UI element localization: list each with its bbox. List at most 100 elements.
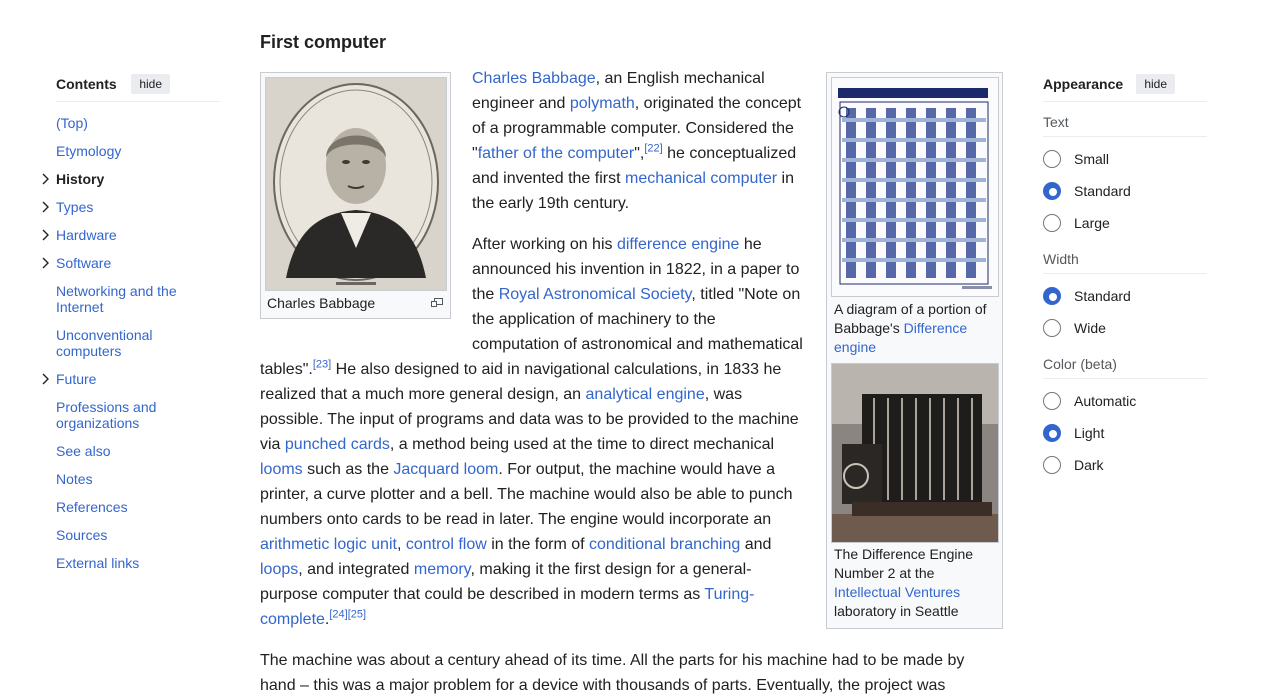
chevron-right-icon[interactable] <box>40 255 52 271</box>
text: and <box>740 536 772 553</box>
text: announced his invention in 1822, in a pa… <box>472 261 800 278</box>
color-automatic-option[interactable]: Automatic <box>1043 392 1136 410</box>
text: After working on his <box>472 236 617 253</box>
citation-22[interactable]: [22] <box>644 143 662 155</box>
toc-item-unconventional[interactable]: Unconventional computers <box>56 327 206 359</box>
text: The machine was about a century ahead of… <box>260 652 965 669</box>
toc-item-hardware[interactable]: Hardware <box>56 227 206 243</box>
link-mechanical-computer[interactable]: mechanical computer <box>625 170 777 187</box>
text: via <box>260 436 285 453</box>
link-loops[interactable]: loops <box>260 561 298 578</box>
babbage-portrait-image[interactable] <box>265 77 447 291</box>
text-size-large-option[interactable]: Large <box>1043 214 1110 232</box>
text: . For output, the machine would have a <box>498 461 775 478</box>
chevron-right-icon[interactable] <box>40 227 52 243</box>
link-arithmetic-logic-unit[interactable]: arithmetic logic unit <box>260 536 397 553</box>
toc-item-professions[interactable]: Professions and organizations <box>56 399 206 431</box>
text: he <box>739 236 762 253</box>
radio-unchecked[interactable] <box>1043 456 1061 474</box>
radio-unchecked[interactable] <box>1043 214 1061 232</box>
link-difference-engine-caption[interactable]: engine <box>834 339 876 355</box>
link-control-flow[interactable]: control flow <box>406 536 487 553</box>
text-size-small-option[interactable]: Small <box>1043 150 1109 168</box>
toc-item-networking[interactable]: Networking and the Internet <box>56 283 206 315</box>
text: purpose computer that could be described… <box>260 586 705 603</box>
link-analytical-engine[interactable]: analytical engine <box>586 386 705 403</box>
option-label: Standard <box>1074 288 1131 304</box>
width-wide-option[interactable]: Wide <box>1043 319 1106 337</box>
option-label: Standard <box>1074 183 1131 199</box>
difference-engine-diagram-image[interactable] <box>831 77 999 297</box>
text: Number 2 at the <box>834 565 935 581</box>
option-label: Large <box>1074 215 1110 231</box>
link-intellectual-ventures[interactable]: Intellectual Ventures <box>834 584 960 600</box>
toc-item-notes[interactable]: Notes <box>56 471 206 487</box>
text: Babbage's <box>834 320 904 336</box>
toc-item-references[interactable]: References <box>56 499 206 515</box>
paragraph-intro: Charles Babbage, an English mechanical e… <box>472 66 801 216</box>
link-turing-complete[interactable]: Turing- <box>704 586 754 603</box>
text: , titled "Note on <box>691 286 801 303</box>
toc-item-software[interactable]: Software <box>56 255 206 271</box>
link-difference-engine[interactable]: difference engine <box>617 236 739 253</box>
toc-item-sources[interactable]: Sources <box>56 527 206 543</box>
radio-unchecked[interactable] <box>1043 392 1061 410</box>
option-label: Wide <box>1074 320 1106 336</box>
citation-25[interactable]: [25] <box>348 609 366 621</box>
toc-hide-button[interactable]: hide <box>131 74 170 94</box>
link-difference-engine-caption[interactable]: Difference <box>904 320 968 336</box>
radio-unchecked[interactable] <box>1043 319 1061 337</box>
engine2-caption: The Difference Engine Number 2 at the In… <box>834 545 973 621</box>
link-charles-babbage[interactable]: Charles Babbage <box>472 70 596 87</box>
link-jacquard-loom[interactable]: Jacquard loom <box>393 461 498 478</box>
paragraph-difference-engine-a: After working on his difference engine h… <box>472 232 803 357</box>
link-turing-complete[interactable]: complete <box>260 611 325 628</box>
toc-item-top[interactable]: (Top) <box>56 115 206 131</box>
toc-item-future[interactable]: Future <box>56 371 206 387</box>
link-father-of-the-computer[interactable]: father of the computer <box>478 145 635 162</box>
link-looms[interactable]: looms <box>260 461 303 478</box>
color-dark-option[interactable]: Dark <box>1043 456 1104 474</box>
link-polymath[interactable]: polymath <box>570 95 635 112</box>
enlarge-icon[interactable] <box>431 295 443 313</box>
appearance-header: Appearance hide <box>1043 72 1207 102</box>
text: The Difference Engine <box>834 546 974 562</box>
link-punched-cards[interactable]: punched cards <box>285 436 390 453</box>
text: , making it the first design for a gener… <box>470 561 752 578</box>
paragraph-difference-engine-b: tables".[23] He also designed to aid in … <box>260 357 799 632</box>
link-conditional-branching[interactable]: conditional branching <box>589 536 740 553</box>
option-label: Small <box>1074 151 1110 167</box>
link-memory[interactable]: memory <box>414 561 471 578</box>
toc-item-see-also[interactable]: See also <box>56 443 206 459</box>
text: engineer and <box>472 95 570 112</box>
appearance-hide-button[interactable]: hide <box>1136 74 1175 94</box>
citation-23[interactable]: [23] <box>313 359 331 371</box>
citation-24[interactable]: [24] <box>329 609 347 621</box>
section-heading: First computer <box>260 32 387 52</box>
radio-unchecked[interactable] <box>1043 150 1061 168</box>
radio-checked[interactable] <box>1043 287 1061 305</box>
toc-item-types[interactable]: Types <box>56 199 206 215</box>
text: ", <box>634 145 645 162</box>
option-label: Automatic <box>1074 393 1137 409</box>
toc-item-etymology[interactable]: Etymology <box>56 143 206 159</box>
text: printer, a curve plotter and a bell. The… <box>260 486 793 503</box>
width-standard-option[interactable]: Standard <box>1043 287 1131 305</box>
text: possible. The input of programs and data… <box>260 411 799 428</box>
chevron-right-icon[interactable] <box>40 371 52 387</box>
radio-checked[interactable] <box>1043 182 1061 200</box>
text-size-standard-option[interactable]: Standard <box>1043 182 1131 200</box>
appearance-title: Appearance <box>1043 76 1124 92</box>
option-label: Light <box>1074 425 1105 441</box>
link-royal-astronomical-society[interactable]: Royal Astronomical Society <box>499 286 692 303</box>
color-light-option[interactable]: Light <box>1043 424 1104 442</box>
text: the application of machinery to the <box>472 311 716 328</box>
difference-engine-2-photo[interactable] <box>831 363 999 543</box>
toc-item-history[interactable]: History <box>56 171 206 187</box>
toc-sidebar: Contents hide (Top) Etymology History Ty… <box>42 72 220 571</box>
text: numbers onto cards to be read in later. … <box>260 511 772 528</box>
chevron-right-icon[interactable] <box>40 199 52 215</box>
toc-item-external-links[interactable]: External links <box>56 555 206 571</box>
radio-checked[interactable] <box>1043 424 1061 442</box>
chevron-right-icon[interactable] <box>40 171 52 187</box>
